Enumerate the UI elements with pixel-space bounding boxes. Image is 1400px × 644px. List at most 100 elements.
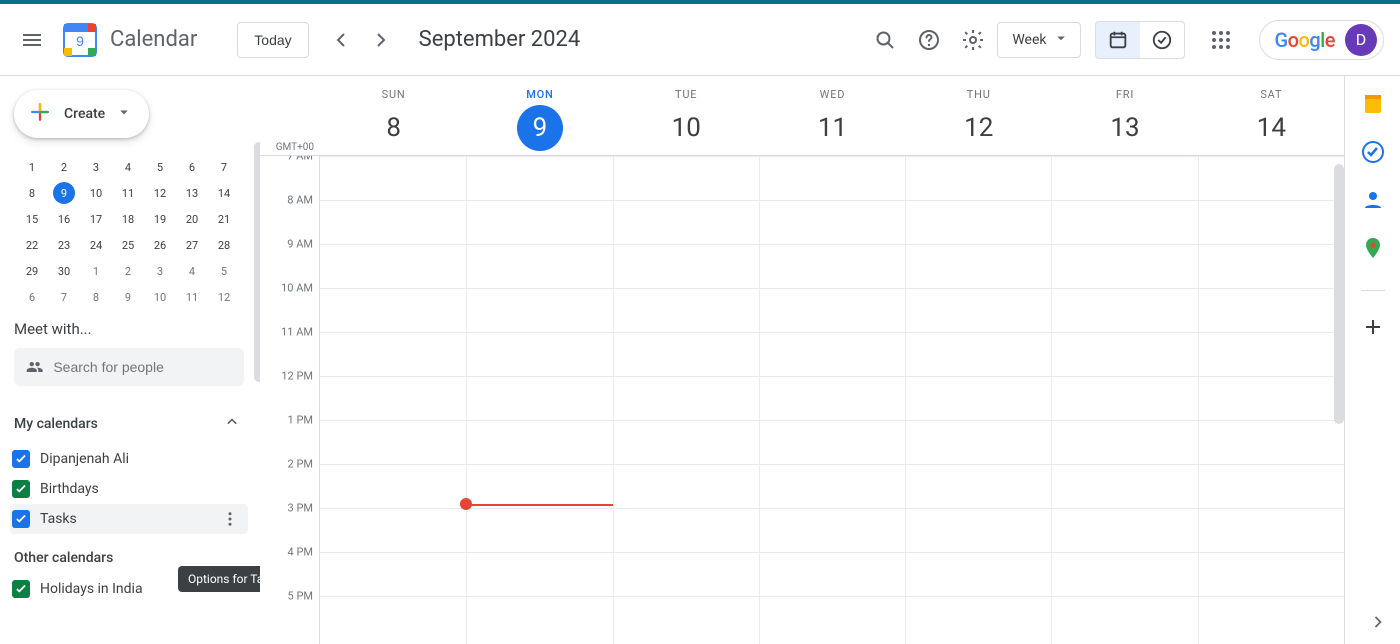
next-period-button[interactable]	[361, 20, 401, 60]
maps-app-icon[interactable]	[1361, 236, 1385, 260]
mini-day-cell[interactable]: 21	[208, 206, 240, 232]
day-header[interactable]: FRI13	[1051, 76, 1197, 155]
search-people-field[interactable]	[14, 348, 244, 386]
mini-day-cell[interactable]: 7	[208, 154, 240, 180]
settings-button[interactable]	[953, 20, 993, 60]
day-separator	[466, 156, 467, 644]
day-of-month-label: 12	[956, 105, 1002, 151]
collapse-side-panel-button[interactable]	[1368, 612, 1388, 636]
calendar-mode-button[interactable]	[1096, 22, 1140, 58]
mini-day-cell[interactable]: 15	[16, 206, 48, 232]
today-button[interactable]: Today	[237, 22, 308, 58]
prev-period-button[interactable]	[321, 20, 361, 60]
google-apps-button[interactable]	[1201, 20, 1241, 60]
hour-gridline	[320, 156, 1344, 157]
mini-day-cell[interactable]: 10	[144, 284, 176, 310]
mini-day-cell[interactable]: 7	[48, 284, 80, 310]
mini-day-cell[interactable]: 3	[80, 154, 112, 180]
calendar-visibility-checkbox[interactable]	[12, 480, 30, 498]
mini-day-cell[interactable]: 4	[176, 258, 208, 284]
view-switcher[interactable]: Week	[997, 22, 1081, 58]
mini-day-cell[interactable]: 23	[48, 232, 80, 258]
mini-day-cell[interactable]: 5	[208, 258, 240, 284]
day-header[interactable]: SUN8	[320, 76, 466, 155]
app-logo[interactable]: 9 Calendar	[60, 20, 197, 60]
mini-day-cell[interactable]: 28	[208, 232, 240, 258]
mini-day-cell[interactable]: 8	[16, 180, 48, 206]
keep-app-icon[interactable]	[1361, 92, 1385, 116]
contacts-app-icon[interactable]	[1361, 188, 1385, 212]
day-header[interactable]: SAT14	[1198, 76, 1344, 155]
calendar-list-item[interactable]: Birthdays	[10, 474, 248, 504]
mini-day-cell[interactable]: 17	[80, 206, 112, 232]
account-chip[interactable]: Google D	[1259, 20, 1384, 60]
mini-day-cell[interactable]: 14	[208, 180, 240, 206]
mini-day-cell[interactable]: 11	[112, 180, 144, 206]
mini-day-cell[interactable]: 22	[16, 232, 48, 258]
mini-day-cell[interactable]: 6	[16, 284, 48, 310]
mini-day-cell[interactable]: 2	[48, 154, 80, 180]
mini-day-cell[interactable]: 16	[48, 206, 80, 232]
mini-day-cell[interactable]: 6	[176, 154, 208, 180]
calendar-options-button[interactable]	[218, 507, 242, 531]
day-header[interactable]: MON9	[466, 76, 612, 155]
support-button[interactable]	[909, 20, 949, 60]
calendar-visibility-checkbox[interactable]	[12, 580, 30, 598]
time-grid[interactable]: 7 AM8 AM9 AM10 AM11 AM12 PM1 PM2 PM3 PM4…	[260, 156, 1344, 644]
hour-label: 1 PM	[288, 414, 313, 427]
search-people-input[interactable]	[53, 359, 232, 375]
mini-day-cell[interactable]: 24	[80, 232, 112, 258]
mini-day-cell[interactable]: 1	[80, 258, 112, 284]
scrollbar-thumb[interactable]	[1334, 164, 1344, 424]
mini-day-cell[interactable]: 25	[112, 232, 144, 258]
mini-day-cell[interactable]: 9	[112, 284, 144, 310]
tasks-app-icon[interactable]	[1361, 140, 1385, 164]
hour-label: 11 AM	[281, 326, 313, 339]
mini-day-cell[interactable]: 1	[16, 154, 48, 180]
day-header[interactable]: WED11	[759, 76, 905, 155]
mini-day-cell[interactable]: 11	[176, 284, 208, 310]
mini-day-cell[interactable]: 2	[112, 258, 144, 284]
main-menu-button[interactable]	[8, 16, 56, 64]
mini-day-cell[interactable]: 9	[53, 182, 75, 204]
mini-day-cell[interactable]: 26	[144, 232, 176, 258]
mini-day-cell[interactable]: 30	[48, 258, 80, 284]
meet-with-heading: Meet with...	[14, 320, 248, 338]
mini-day-cell[interactable]: 5	[144, 154, 176, 180]
mini-day-cell[interactable]: 29	[16, 258, 48, 284]
mini-day-cell[interactable]: 8	[80, 284, 112, 310]
mini-day-cell[interactable]: 18	[112, 206, 144, 232]
hour-gridline	[320, 244, 1344, 245]
calendar-list-item[interactable]: Tasks	[10, 504, 248, 534]
visible-date-range: September 2024	[419, 27, 581, 52]
my-calendars-toggle[interactable]: My calendars	[10, 404, 248, 444]
mini-day-cell[interactable]: 4	[112, 154, 144, 180]
calendar-visibility-checkbox[interactable]	[12, 510, 30, 528]
mini-day-cell[interactable]: 12	[208, 284, 240, 310]
day-columns[interactable]	[320, 156, 1344, 644]
timezone-gutter: GMT+00	[260, 76, 320, 155]
calendar-visibility-checkbox[interactable]	[12, 450, 30, 468]
chevron-up-icon	[222, 412, 242, 436]
mini-day-cell[interactable]: 13	[176, 180, 208, 206]
mini-day-cell[interactable]: 10	[80, 180, 112, 206]
mini-day-cell[interactable]: 19	[144, 206, 176, 232]
mini-calendar[interactable]: 1234567891011121314151617181920212223242…	[16, 154, 242, 310]
mini-day-cell[interactable]: 27	[176, 232, 208, 258]
mini-day-cell[interactable]: 3	[144, 258, 176, 284]
mini-day-cell[interactable]: 20	[176, 206, 208, 232]
create-button[interactable]: Create	[14, 90, 149, 138]
day-header[interactable]: THU12	[905, 76, 1051, 155]
calendar-logo-icon: 9	[60, 20, 100, 60]
day-separator	[613, 156, 614, 644]
get-addons-button[interactable]	[1361, 315, 1385, 339]
tasks-mode-button[interactable]	[1140, 22, 1184, 58]
right-side-panel	[1344, 76, 1400, 644]
day-header[interactable]: TUE10	[613, 76, 759, 155]
calendar-list-item[interactable]: Dipanjenah Ali	[10, 444, 248, 474]
search-button[interactable]	[865, 20, 905, 60]
calendar-label: Dipanjenah Ali	[40, 451, 129, 467]
hours-gutter: 7 AM8 AM9 AM10 AM11 AM12 PM1 PM2 PM3 PM4…	[260, 156, 320, 644]
calendar-grid: GMT+00 SUN8MON9TUE10WED11THU12FRI13SAT14…	[260, 76, 1344, 644]
mini-day-cell[interactable]: 12	[144, 180, 176, 206]
